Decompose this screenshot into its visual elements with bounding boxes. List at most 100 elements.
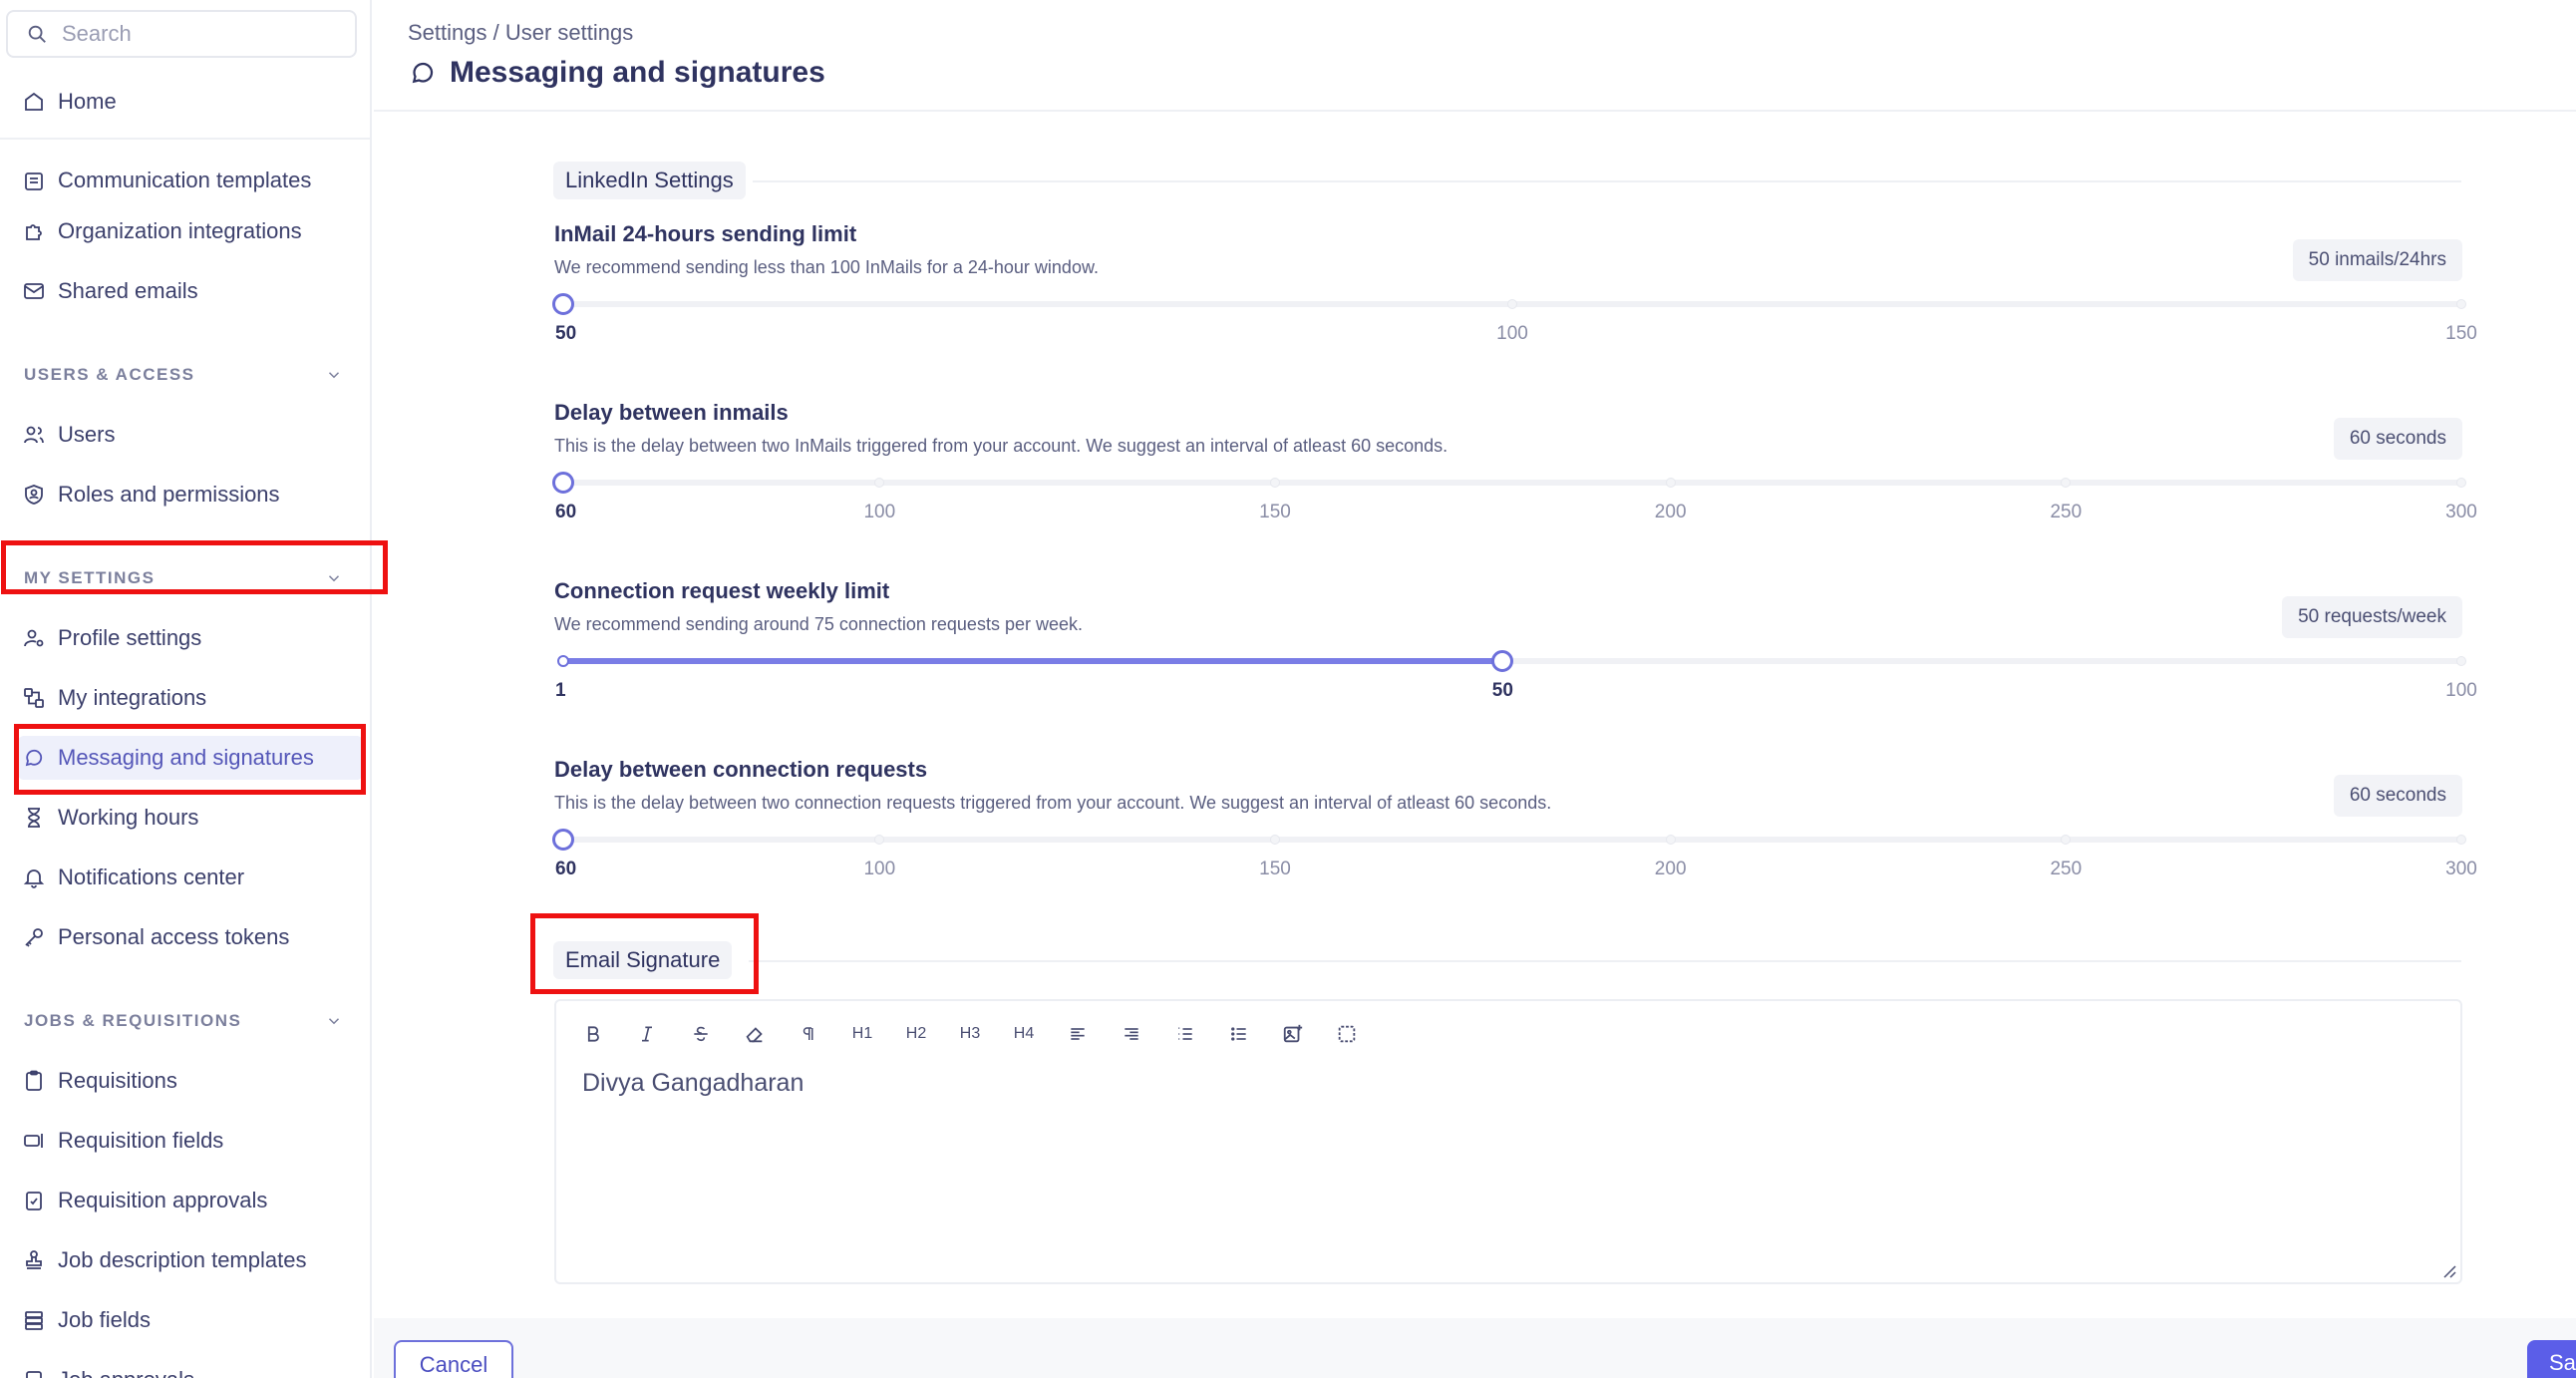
slider-track[interactable] xyxy=(563,837,2461,843)
slider-handle[interactable] xyxy=(552,293,574,315)
sidebar-item-home[interactable]: Home xyxy=(22,80,117,124)
slider-tick xyxy=(2456,835,2466,845)
slider-track[interactable] xyxy=(563,480,2461,486)
slider-handle[interactable] xyxy=(1491,650,1514,672)
slider-tick-label: 150 xyxy=(1259,859,1291,879)
sidebar-item-personal-access-tokens[interactable]: Personal access tokens xyxy=(22,915,289,959)
paragraph-button[interactable] xyxy=(792,1017,825,1051)
section-divider xyxy=(753,180,2461,182)
slider-tick xyxy=(2456,478,2466,488)
sidebar-item-job-description-templates[interactable]: Job description templates xyxy=(22,1238,306,1282)
heading4-button[interactable]: H4 xyxy=(1007,1017,1041,1051)
heading1-button[interactable]: H1 xyxy=(845,1017,879,1051)
sidebar-item-label: Requisitions xyxy=(58,1068,177,1093)
sidebar-item-label: Organization integrations xyxy=(58,218,302,243)
sidebar-item-job-approvals[interactable]: Job approvals xyxy=(22,1358,194,1378)
sidebar-item-requisitions[interactable]: Requisitions xyxy=(22,1059,177,1103)
page-footer: Cancel Save xyxy=(374,1318,2576,1378)
sidebar-item-label: Job description templates xyxy=(58,1247,307,1272)
setting-value-badge: 60 seconds xyxy=(2333,775,2462,817)
clear-format-button[interactable] xyxy=(738,1017,772,1051)
signature-editor[interactable]: H1 H2 H3 H4 Divya Gangadharan xyxy=(554,999,2462,1284)
sidebar-item-requisition-approvals[interactable]: Requisition approvals xyxy=(22,1179,267,1222)
home-icon xyxy=(25,92,43,111)
search-box[interactable] xyxy=(6,10,357,58)
slider-tick-label: 150 xyxy=(2445,323,2477,344)
section-title: MY SETTINGS xyxy=(24,568,156,587)
sidebar-item-communication-templates[interactable]: Communication templates xyxy=(22,150,311,193)
setting-title: Connection request weekly limit xyxy=(554,578,890,603)
ordered-list-button[interactable] xyxy=(1168,1017,1202,1051)
slider-handle[interactable] xyxy=(552,472,574,494)
heading2-button[interactable]: H2 xyxy=(899,1017,933,1051)
search-input[interactable] xyxy=(62,21,331,47)
eraser-icon xyxy=(746,1027,763,1043)
slider-tick-label: 100 xyxy=(2445,680,2477,701)
slider-tick-label: 200 xyxy=(1654,502,1687,522)
slider-tick xyxy=(2456,656,2466,666)
signature-text[interactable]: Divya Gangadharan xyxy=(582,1069,804,1098)
section-users-access[interactable]: USERS & ACCESS xyxy=(24,360,343,390)
cancel-button[interactable]: Cancel xyxy=(394,1340,513,1378)
slider-tick xyxy=(1270,835,1280,845)
setting-title: Delay between connection requests xyxy=(554,757,928,782)
slider-tick-label: 250 xyxy=(2050,502,2083,522)
align-left-button[interactable] xyxy=(1061,1017,1095,1051)
align-right-button[interactable] xyxy=(1115,1017,1148,1051)
mail-icon xyxy=(24,283,44,299)
slider-handle[interactable] xyxy=(552,829,574,851)
setting-description: We recommend sending less than 100 InMai… xyxy=(554,257,1099,277)
sidebar-item-label: Messaging and signatures xyxy=(58,745,314,770)
key-icon xyxy=(25,928,43,947)
editor-toolbar: H1 H2 H3 H4 xyxy=(576,1017,1384,1051)
italic-button[interactable] xyxy=(630,1017,664,1051)
slider-tick xyxy=(1665,835,1676,845)
clipboard-check-icon xyxy=(26,1192,42,1210)
chevron-down-icon xyxy=(328,1018,340,1025)
sidebar-item-roles-permissions[interactable]: Roles and permissions xyxy=(22,473,280,517)
chevron-down-icon xyxy=(328,372,340,379)
strikethrough-button[interactable] xyxy=(684,1017,718,1051)
section-my-settings[interactable]: MY SETTINGS xyxy=(24,563,343,593)
resize-handle-icon[interactable] xyxy=(2440,1262,2456,1278)
users-icon xyxy=(24,426,44,444)
breadcrumb: Settings / User settings xyxy=(408,20,634,45)
shield-user-icon xyxy=(25,485,43,505)
sidebar-item-shared-emails[interactable]: Shared emails xyxy=(22,269,198,313)
strikethrough-icon xyxy=(694,1026,708,1042)
message-icon xyxy=(25,749,43,767)
setting-title: Delay between inmails xyxy=(554,400,789,425)
setting-value-badge: 50 inmails/24hrs xyxy=(2292,239,2462,281)
bullet-list-icon xyxy=(1231,1027,1246,1041)
slider-tick xyxy=(874,835,885,845)
sidebar-item-notifications-center[interactable]: Notifications center xyxy=(22,856,244,899)
sidebar-item-organization-integrations[interactable]: Organization integrations xyxy=(22,209,302,253)
bold-button[interactable] xyxy=(576,1017,610,1051)
setting-description: We recommend sending around 75 connectio… xyxy=(554,614,1083,634)
section-divider xyxy=(749,960,2461,962)
chevron-down-icon xyxy=(328,575,340,582)
bold-icon xyxy=(587,1026,599,1042)
sidebar-item-working-hours[interactable]: Working hours xyxy=(22,796,198,840)
sidebar-item-users[interactable]: Users xyxy=(22,413,115,457)
slider-tick-label: 60 xyxy=(555,859,577,879)
heading3-button[interactable]: H3 xyxy=(953,1017,987,1051)
insert-image-button[interactable] xyxy=(1276,1017,1310,1051)
unlink-button[interactable] xyxy=(1330,1017,1364,1051)
sidebar-divider xyxy=(0,138,370,140)
template-icon xyxy=(25,172,43,190)
sidebar-item-label: Home xyxy=(58,89,117,114)
sidebar-item-requisition-fields[interactable]: Requisition fields xyxy=(22,1119,223,1163)
sidebar-item-profile-settings[interactable]: Profile settings xyxy=(22,616,201,660)
save-button[interactable]: Save xyxy=(2527,1340,2576,1378)
sidebar-item-job-fields[interactable]: Job fields xyxy=(22,1298,151,1342)
sidebar-item-label: Notifications center xyxy=(58,864,245,889)
page-title-text: Messaging and signatures xyxy=(450,56,825,89)
unlink-icon xyxy=(1338,1025,1356,1043)
bullet-list-button[interactable] xyxy=(1222,1017,1256,1051)
sidebar-item-my-integrations[interactable]: My integrations xyxy=(22,676,206,720)
integrations-icon xyxy=(24,688,44,708)
sidebar-item-messaging-signatures[interactable]: Messaging and signatures xyxy=(18,736,363,780)
align-left-icon xyxy=(1071,1028,1085,1040)
section-jobs-requisitions[interactable]: JOBS & REQUISITIONS xyxy=(24,1006,343,1036)
